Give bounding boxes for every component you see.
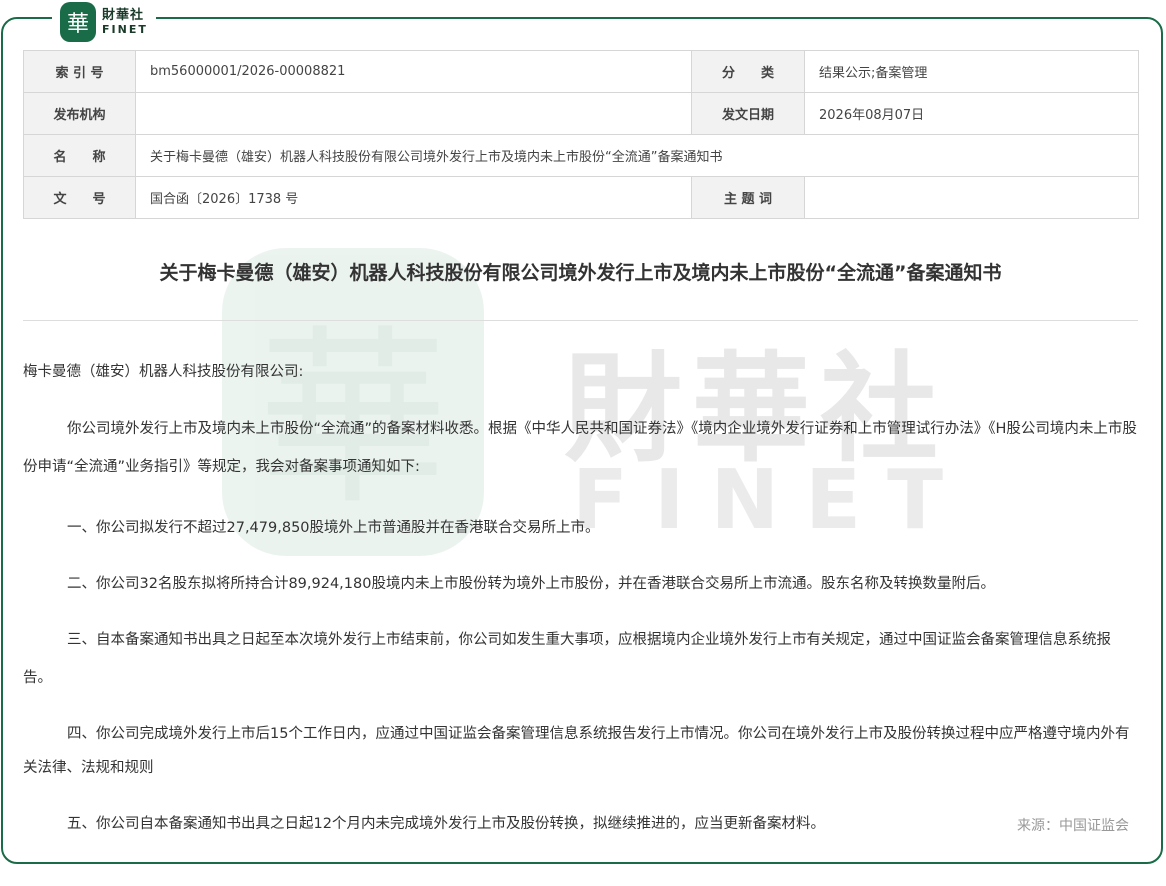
- docno-value: 国合函〔2026〕1738 号: [135, 176, 692, 219]
- keywords-value: [804, 176, 1139, 219]
- paragraph-2: 二、你公司32名股东拟将所持合计89,924,180股境内未上市股份转为境外上市…: [67, 576, 995, 592]
- document-title: 关于梅卡曼德（雄安）机器人科技股份有限公司境外发行上市及境内未上市股份“全流通”…: [159, 262, 1002, 284]
- paragraph-5: 五、你公司自本备案通知书出具之日起12个月内未完成境外发行上市及股份转换，拟继续…: [67, 816, 825, 832]
- name-label: 名 称: [23, 134, 136, 177]
- issuer-label: 发布机构: [23, 92, 136, 135]
- paragraph-4: 四、你公司完成境外发行上市后15个工作日内，应通过中国证监会备案管理信息系统报告…: [23, 726, 1130, 776]
- paragraph-1: 一、你公司拟发行不超过27,479,850股境外上市普通股并在香港联合交易所上市…: [67, 520, 600, 536]
- finet-logo: 華 財華社 FINET: [52, 0, 156, 44]
- date-value: 2026年08月07日: [804, 92, 1139, 135]
- index-label: 索 引 号: [23, 50, 136, 93]
- title-divider: [23, 320, 1138, 321]
- category-label: 分 类: [691, 50, 805, 93]
- keywords-label: 主 题 词: [691, 176, 805, 219]
- docno-label: 文 号: [23, 176, 136, 219]
- salutation: 梅卡曼德（雄安）机器人科技股份有限公司:: [23, 364, 304, 380]
- issuer-value: [135, 92, 692, 135]
- meta-row: 索 引 号 bm56000001/2026-00008821 分 类 结果公示;…: [23, 50, 1139, 93]
- logo-mark-icon: 華: [60, 2, 96, 42]
- name-value: 关于梅卡曼德（雄安）机器人科技股份有限公司境外发行上市及境内未上市股份“全流通”…: [135, 134, 1139, 177]
- paragraph-intro: 你公司境外发行上市及境内未上市股份“全流通”的备案材料收悉。根据《中华人民共和国…: [23, 421, 1137, 475]
- index-value: bm56000001/2026-00008821: [135, 50, 692, 93]
- meta-row: 发布机构 发文日期 2026年08月07日: [23, 92, 1139, 135]
- paragraph-3: 三、自本备案通知书出具之日起至本次境外发行上市结束前，你公司如发生重大事项，应根…: [23, 632, 1111, 686]
- meta-row: 文 号 国合函〔2026〕1738 号 主 题 词: [23, 176, 1139, 219]
- source-note: 来源：中国证监会: [1017, 818, 1129, 834]
- date-label: 发文日期: [691, 92, 805, 135]
- category-value: 结果公示;备案管理: [804, 50, 1139, 93]
- meta-row: 名 称 关于梅卡曼德（雄安）机器人科技股份有限公司境外发行上市及境内未上市股份“…: [23, 134, 1139, 177]
- logo-name-cn: 財華社: [102, 8, 145, 23]
- document-meta-table: 索 引 号 bm56000001/2026-00008821 分 类 结果公示;…: [23, 50, 1139, 219]
- logo-name-en: FINET: [102, 23, 148, 36]
